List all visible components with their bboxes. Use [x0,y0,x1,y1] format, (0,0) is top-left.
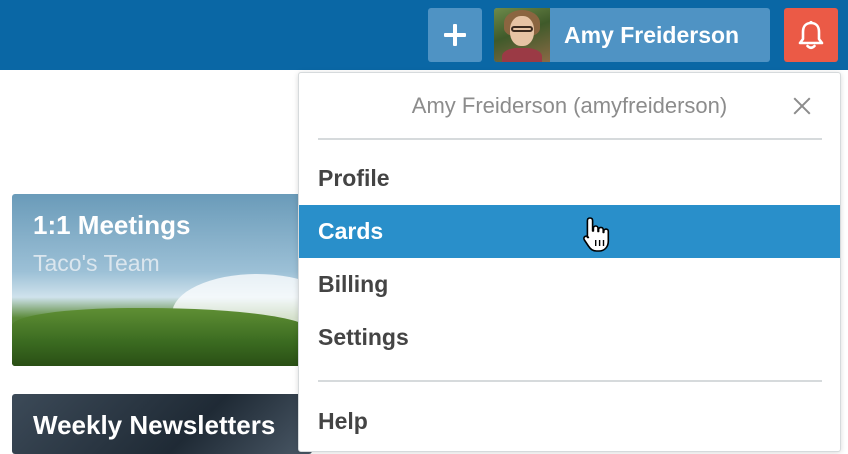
notifications-button[interactable] [784,8,838,62]
board-title: Weekly Newsletters [33,410,276,440]
member-menu-popover: Amy Freiderson (amyfreiderson) Profile C… [298,72,841,452]
menu-divider [318,138,822,140]
member-name: Amy Freiderson [564,22,740,48]
close-icon[interactable] [793,97,811,115]
member-menu-button[interactable]: Amy Freiderson [494,8,770,62]
menu-item-help[interactable]: Help [299,395,840,448]
menu-item-profile[interactable]: Profile [299,152,840,205]
board-title: 1:1 Meetings [33,210,191,240]
menu-divider [318,380,822,382]
board-team: Taco's Team [33,250,160,276]
menu-item-settings[interactable]: Settings [299,311,840,364]
hand-cursor-icon [583,217,610,252]
add-button[interactable] [428,8,482,62]
header-bar: Amy Freiderson [0,0,848,70]
bell-icon [798,20,824,50]
board-tile[interactable]: 1:1 Meetings Taco's Team [12,194,312,366]
board-tile[interactable]: Weekly Newsletters [12,394,312,454]
menu-item-billing[interactable]: Billing [299,258,840,311]
avatar [494,8,550,62]
menu-title: Amy Freiderson (amyfreiderson) [411,93,728,118]
menu-item-cards[interactable]: Cards [299,205,840,258]
